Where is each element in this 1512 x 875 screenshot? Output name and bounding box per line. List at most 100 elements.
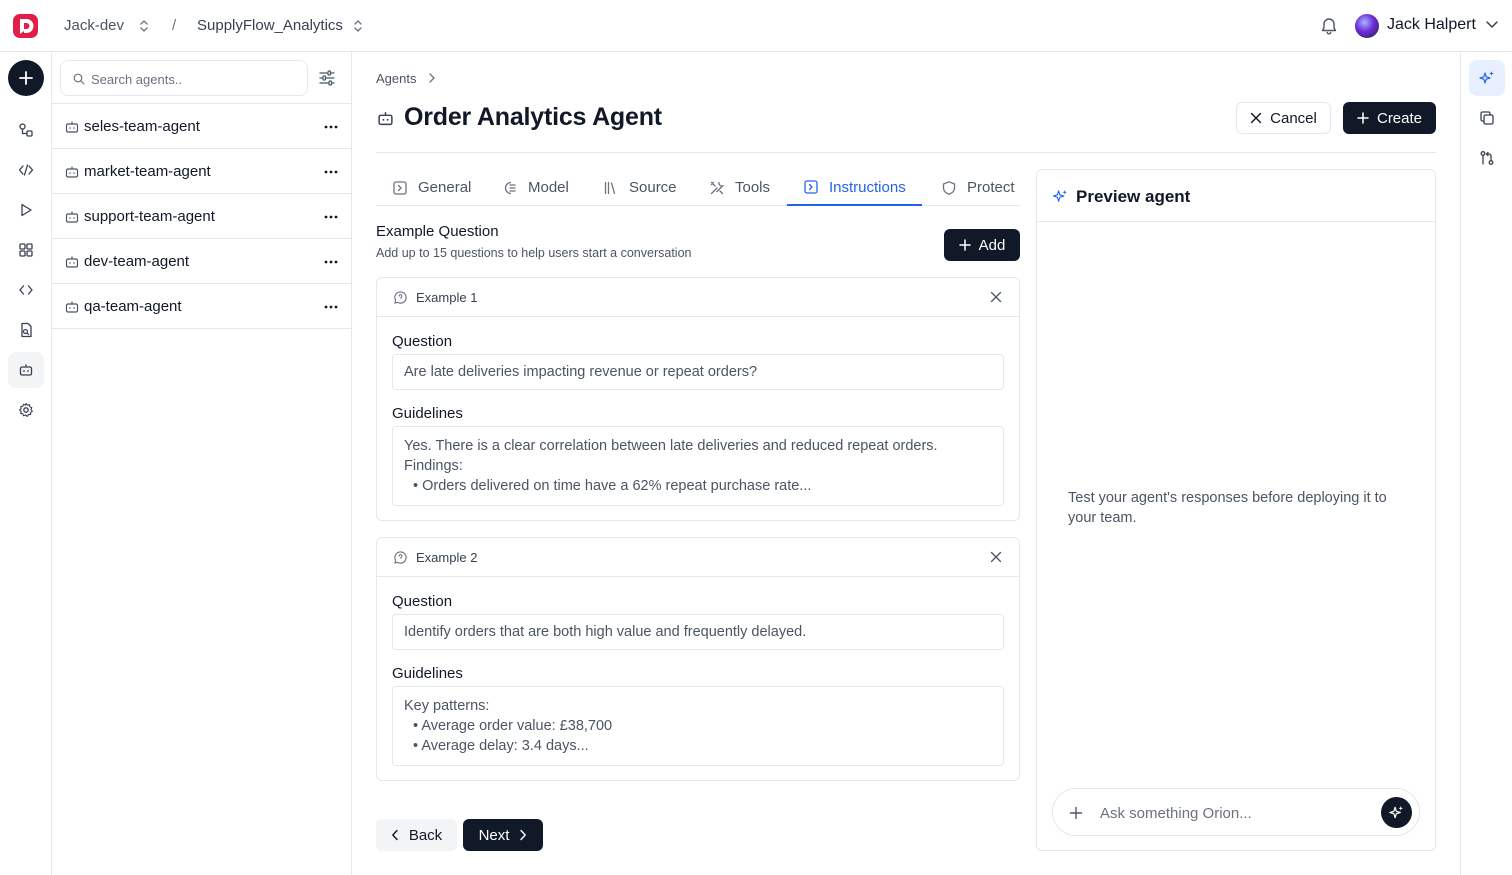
next-label: Next [478, 826, 510, 844]
send-button[interactable] [1381, 797, 1412, 828]
question-label: Question [392, 333, 453, 350]
tab-label: Model [528, 179, 569, 196]
user-name[interactable]: Jack Halpert [1387, 16, 1476, 34]
agent-icon [65, 255, 79, 269]
tab-model[interactable]: Model [486, 170, 585, 205]
project-name[interactable]: SupplyFlow_Analytics [197, 17, 343, 34]
breadcrumb-separator: / [172, 17, 177, 34]
chevron-left-icon [391, 829, 398, 841]
agent-name: market-team-agent [84, 163, 211, 180]
question-label: Question [392, 593, 453, 610]
card-header: Example 1 [377, 278, 1019, 317]
sparkle-icon[interactable] [1469, 60, 1505, 96]
chevron-right-icon [520, 829, 527, 841]
plus-icon[interactable] [1069, 806, 1083, 820]
agent-icon [377, 110, 394, 127]
preview-empty-message: Test your agent's responses before deplo… [1068, 490, 1387, 526]
cancel-button[interactable]: Cancel [1236, 102, 1331, 134]
guidelines-line: Findings: [404, 458, 463, 474]
avatar[interactable] [1355, 14, 1379, 38]
code-icon[interactable] [8, 152, 44, 188]
close-icon[interactable] [990, 291, 1002, 303]
example-card: Example 2 Question Identify orders that … [376, 537, 1020, 781]
more-icon[interactable] [324, 305, 338, 309]
sparkle-icon [1389, 805, 1404, 819]
guidelines-label: Guidelines [392, 665, 463, 682]
tab-protect[interactable]: Protect [925, 170, 1031, 205]
question-input[interactable]: Identify orders that are both high value… [392, 614, 1004, 650]
agent-icon[interactable] [8, 352, 44, 388]
guidelines-bullet-text: Average order value: £38,700 [421, 718, 613, 734]
add-example-button[interactable]: Add [944, 229, 1020, 261]
guidelines-textarea[interactable]: Key patterns: • Average order value: £38… [392, 686, 1004, 766]
next-button[interactable]: Next [463, 819, 543, 851]
guidelines-textarea[interactable]: Yes. There is a clear correlation betwee… [392, 426, 1004, 506]
search-input[interactable] [91, 69, 291, 89]
agent-icon [65, 300, 79, 314]
tab-source[interactable]: Source [587, 170, 693, 205]
create-button[interactable]: Create [1343, 102, 1436, 134]
agent-name: qa-team-agent [84, 298, 182, 315]
back-button[interactable]: Back [376, 819, 457, 851]
tools-icon [710, 181, 725, 194]
bell-icon[interactable] [1319, 16, 1339, 36]
preview-title: Preview agent [1076, 187, 1191, 206]
grid-icon[interactable] [8, 232, 44, 268]
close-icon [1250, 112, 1262, 124]
chevron-updown-icon[interactable] [138, 19, 150, 33]
filter-icon[interactable] [318, 69, 336, 87]
brackets-icon[interactable] [8, 272, 44, 308]
more-icon[interactable] [324, 125, 338, 129]
tab-tools[interactable]: Tools [693, 170, 786, 205]
plus-icon [958, 239, 971, 251]
section-title: Example Question [376, 223, 499, 240]
more-icon[interactable] [324, 170, 338, 174]
agent-icon [65, 120, 79, 134]
close-icon[interactable] [990, 551, 1002, 563]
more-icon[interactable] [324, 260, 338, 264]
guidelines-line: Yes. There is a clear correlation betwee… [404, 438, 938, 454]
list-item[interactable]: market-team-agent [52, 149, 352, 194]
workspace-name[interactable]: Jack-dev [64, 17, 124, 34]
search-box[interactable] [60, 60, 308, 96]
add-label: Add [978, 236, 1006, 254]
list-item[interactable]: support-team-agent [52, 194, 352, 239]
tab-label: Instructions [829, 178, 906, 196]
copy-icon[interactable] [1469, 100, 1505, 136]
page-title: Order Analytics Agent [404, 103, 662, 131]
divider [376, 152, 1436, 153]
question-input[interactable]: Are late deliveries impacting revenue or… [392, 354, 1004, 390]
gear-icon[interactable] [8, 392, 44, 428]
agent-name: support-team-agent [84, 208, 215, 225]
connections-icon[interactable] [8, 112, 44, 148]
tab-label: Tools [735, 179, 771, 196]
ask-input[interactable] [1100, 802, 1370, 824]
git-compare-icon[interactable] [1469, 140, 1505, 176]
list-item[interactable]: qa-team-agent [52, 284, 352, 329]
plus-icon[interactable] [8, 60, 44, 96]
chevron-down-icon[interactable] [1485, 19, 1499, 29]
list-item[interactable]: seles-team-agent [52, 104, 352, 149]
chevron-updown-icon[interactable] [352, 19, 364, 33]
play-icon[interactable] [8, 192, 44, 228]
sparkle-icon [1053, 189, 1068, 202]
more-icon[interactable] [324, 215, 338, 219]
app-logo[interactable] [13, 14, 38, 38]
tab-label: General [418, 179, 472, 196]
file-icon[interactable] [8, 312, 44, 348]
guidelines-bullet: • Orders delivered on time have a 62% re… [413, 478, 812, 494]
guidelines-bullet: • Average order value: £38,700 [413, 718, 613, 734]
preview-panel: Preview agent Test your agent's response… [1036, 169, 1436, 851]
tab-instructions[interactable]: Instructions [787, 170, 922, 206]
shield-icon [942, 180, 956, 195]
search-icon [73, 73, 85, 85]
tab-label: Source [629, 179, 677, 196]
agents-list-panel: seles-team-agent market-team-agent suppo… [52, 52, 352, 875]
list-item[interactable]: dev-team-agent [52, 239, 352, 284]
breadcrumb[interactable]: Agents [376, 71, 416, 86]
agent-icon [65, 210, 79, 224]
chat-bubble-icon [393, 290, 408, 305]
tab-general[interactable]: General [376, 170, 487, 205]
ask-box[interactable] [1052, 788, 1420, 836]
tab-label: Protect [967, 179, 1015, 196]
